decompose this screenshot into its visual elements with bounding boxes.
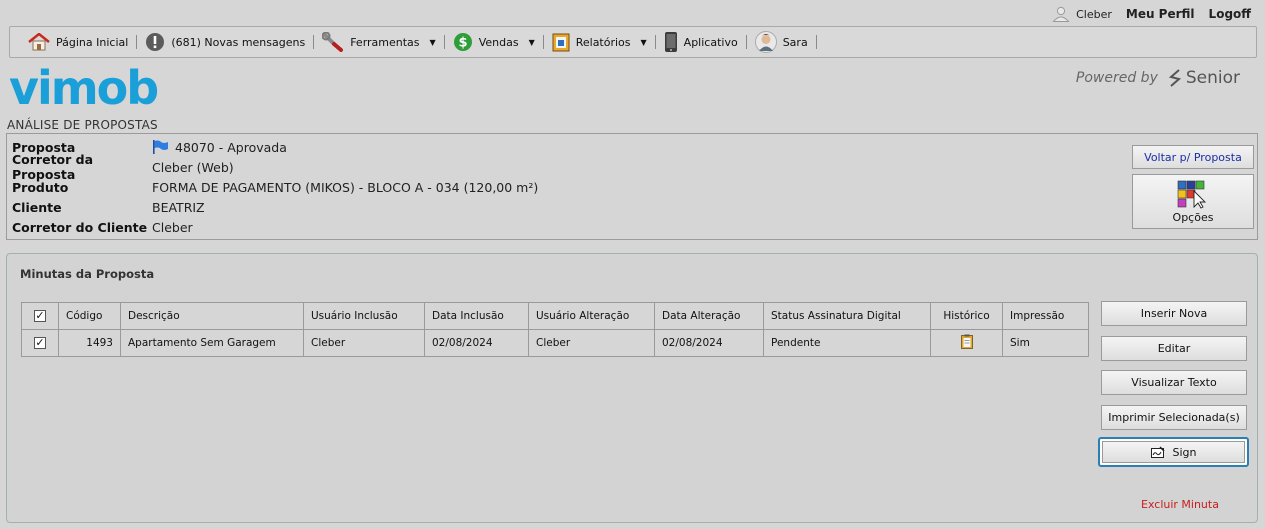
menu-sales[interactable]: $ Vendas ▼ — [445, 30, 543, 54]
vimob-logo[interactable]: vimob — [9, 61, 169, 115]
info-value: Cleber (Web) — [152, 159, 234, 175]
info-value: Cleber — [152, 219, 193, 235]
senior-mark-icon — [1168, 69, 1181, 87]
chevron-down-icon: ▼ — [429, 37, 436, 47]
info-label: Cliente — [12, 199, 62, 215]
menu-messages-label: (681) Novas mensagens — [171, 35, 306, 49]
sign-label: Sign — [1172, 445, 1197, 459]
senior-logo: Senior — [1168, 68, 1240, 88]
cell-date-change: 02/08/2024 — [654, 329, 764, 357]
history-clipboard-icon[interactable] — [960, 334, 973, 349]
insert-new-button[interactable]: Inserir Nova — [1101, 301, 1247, 326]
sign-button[interactable]: Sign — [1098, 437, 1249, 467]
cell-date-inclusion: 02/08/2024 — [424, 329, 529, 357]
main-menu-bar: Página Inicial (681) Novas mensagens Fer… — [9, 26, 1257, 58]
info-value: 48070 - Aprovada — [152, 140, 287, 155]
cell-description: Apartamento Sem Garagem — [120, 329, 304, 357]
cell-printing: Sim — [1002, 329, 1089, 357]
minutas-title: Minutas da Proposta — [20, 267, 155, 281]
back-to-proposal-button[interactable]: Voltar p/ Proposta — [1132, 145, 1254, 169]
svg-text:$: $ — [458, 36, 467, 51]
menu-home[interactable]: Página Inicial — [20, 30, 136, 54]
top-user-bar: Cleber Meu Perfil Logoff — [1052, 6, 1251, 22]
smartphone-icon — [664, 32, 677, 52]
delete-minuta-link[interactable]: Excluir Minuta — [1141, 498, 1219, 511]
options-label: Opções — [1172, 211, 1214, 224]
select-all-checkbox[interactable]: ✓ — [21, 302, 59, 330]
tools-icon — [322, 32, 344, 52]
edit-button[interactable]: Editar — [1101, 336, 1247, 361]
column-header[interactable]: Data Alteração — [654, 302, 764, 330]
proposal-info-panel: Proposta 48070 - Aprovada Corretor da Pr… — [6, 133, 1258, 240]
info-row-proposal-broker: Corretor da Proposta Cleber (Web) — [12, 152, 234, 182]
home-icon — [28, 33, 50, 51]
info-label: Corretor do Cliente — [12, 219, 148, 235]
cell-user-inclusion: Cleber — [303, 329, 425, 357]
user-name: Cleber — [1076, 7, 1112, 21]
table-header-row: ✓ Código Descrição Usuário Inclusão Data… — [21, 302, 1089, 330]
options-grid-icon — [1177, 180, 1207, 209]
menu-app[interactable]: Aplicativo — [656, 30, 746, 54]
menu-app-label: Aplicativo — [683, 35, 738, 49]
cell-code: 1493 — [58, 329, 121, 357]
senior-label: Senior — [1185, 68, 1240, 88]
info-value: FORMA DE PAGAMENTO (MIKOS) - BLOCO A - 0… — [152, 179, 539, 195]
menu-home-label: Página Inicial — [56, 35, 129, 49]
column-header[interactable]: Status Assinatura Digital — [763, 302, 931, 330]
minutas-table: ✓ Código Descrição Usuário Inclusão Data… — [21, 302, 1089, 357]
column-header[interactable]: Histórico — [930, 302, 1003, 330]
minutas-panel: Minutas da Proposta ✓ Código Descrição U… — [6, 253, 1258, 523]
flag-icon — [153, 140, 168, 154]
view-text-button[interactable]: Visualizar Texto — [1101, 370, 1247, 395]
column-header[interactable]: Usuário Inclusão — [303, 302, 425, 330]
menu-assistant[interactable]: Sara — [747, 30, 816, 54]
options-button[interactable]: Opções — [1132, 174, 1254, 229]
menu-messages[interactable]: (681) Novas mensagens — [137, 30, 313, 54]
assistant-avatar-icon — [754, 31, 777, 53]
proposal-number: 48070 - Aprovada — [175, 139, 287, 155]
print-selected-button[interactable]: Imprimir Selecionada(s) — [1101, 405, 1247, 430]
column-header[interactable]: Impressão — [1002, 302, 1089, 330]
info-row-client: Cliente BEATRIZ — [12, 198, 205, 216]
profile-link[interactable]: Meu Perfil — [1126, 7, 1195, 21]
dollar-coin-icon: $ — [453, 33, 472, 51]
page-title: ANÁLISE DE PROPOSTAS — [7, 118, 158, 132]
menu-reports[interactable]: Relatórios ▼ — [544, 30, 655, 54]
menu-reports-label: Relatórios — [575, 35, 631, 49]
menu-sales-label: Vendas — [478, 35, 519, 49]
info-row-client-broker: Corretor do Cliente Cleber — [12, 218, 193, 236]
reports-icon — [552, 33, 570, 52]
menu-tools-label: Ferramentas — [350, 35, 420, 49]
chevron-down-icon: ▼ — [528, 37, 535, 47]
cell-user-change: Cleber — [528, 329, 655, 357]
chevron-down-icon: ▼ — [640, 37, 647, 47]
column-header[interactable]: Data Inclusão — [424, 302, 529, 330]
menu-tools[interactable]: Ferramentas ▼ — [314, 30, 443, 54]
powered-by: Powered by Senior — [1076, 68, 1240, 88]
menu-assistant-label: Sara — [782, 35, 808, 49]
column-header[interactable]: Descrição — [120, 302, 304, 330]
logoff-link[interactable]: Logoff — [1209, 7, 1251, 21]
column-header[interactable]: Usuário Alteração — [528, 302, 655, 330]
signature-icon — [1150, 446, 1165, 458]
info-value: BEATRIZ — [152, 199, 205, 215]
table-row[interactable]: ✓ 1493 Apartamento Sem Garagem Cleber 02… — [21, 329, 1089, 357]
powered-by-label: Powered by — [1075, 70, 1158, 86]
column-header[interactable]: Código — [58, 302, 121, 330]
cell-signature-status: Pendente — [763, 329, 931, 357]
user-icon — [1052, 6, 1070, 22]
cell-history — [930, 329, 1003, 357]
menu-separator — [815, 35, 817, 49]
user-menu[interactable]: Cleber — [1052, 6, 1112, 22]
sign-button-face[interactable]: Sign — [1102, 441, 1245, 463]
alert-icon — [146, 33, 165, 51]
row-checkbox[interactable]: ✓ — [21, 329, 59, 357]
svg-text:vimob: vimob — [9, 64, 157, 112]
info-row-product: Produto FORMA DE PAGAMENTO (MIKOS) - BLO… — [12, 178, 538, 196]
info-label: Produto — [12, 179, 69, 195]
